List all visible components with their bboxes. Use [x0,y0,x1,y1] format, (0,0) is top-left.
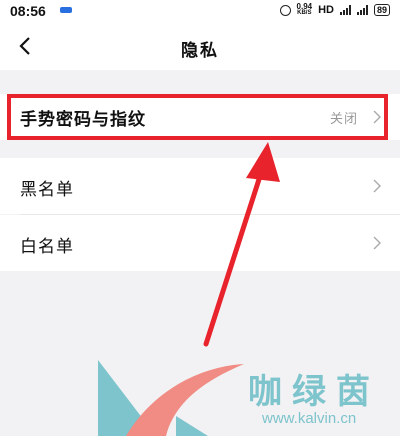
settings-item-blacklist[interactable]: 黑名单 [0,158,400,214]
signal-icon [339,5,351,15]
net-speed-value: 0.94 [296,2,313,11]
network-badge-icon [60,7,72,13]
chevron-right-icon [373,179,381,193]
chevron-right-icon [373,236,381,250]
status-time: 08:56 [10,3,46,19]
signal-icon [356,5,368,15]
hd-label: HD [318,4,334,16]
net-speed: 0.94 KB/S [297,3,313,17]
watermark-url: www.kalvin.cn [262,410,357,427]
page-header: 隐私 [0,22,400,70]
settings-item-whitelist[interactable]: 白名单 [0,215,400,271]
highlight-box [7,94,388,140]
net-speed-unit: KB/S [297,10,312,16]
settings-item-label: 黑名单 [20,180,74,200]
watermark-brand: 咖绿茵 [248,372,380,412]
watermark-logo [98,360,244,436]
alarm-icon [279,4,291,16]
status-indicators: 0.94 KB/S HD 89 [279,3,390,17]
page-title: 隐私 [181,41,219,61]
settings-item-label: 白名单 [20,237,74,257]
battery-icon: 89 [373,4,390,16]
status-bar: 08:56 0.94 KB/S HD 89 [0,0,400,22]
